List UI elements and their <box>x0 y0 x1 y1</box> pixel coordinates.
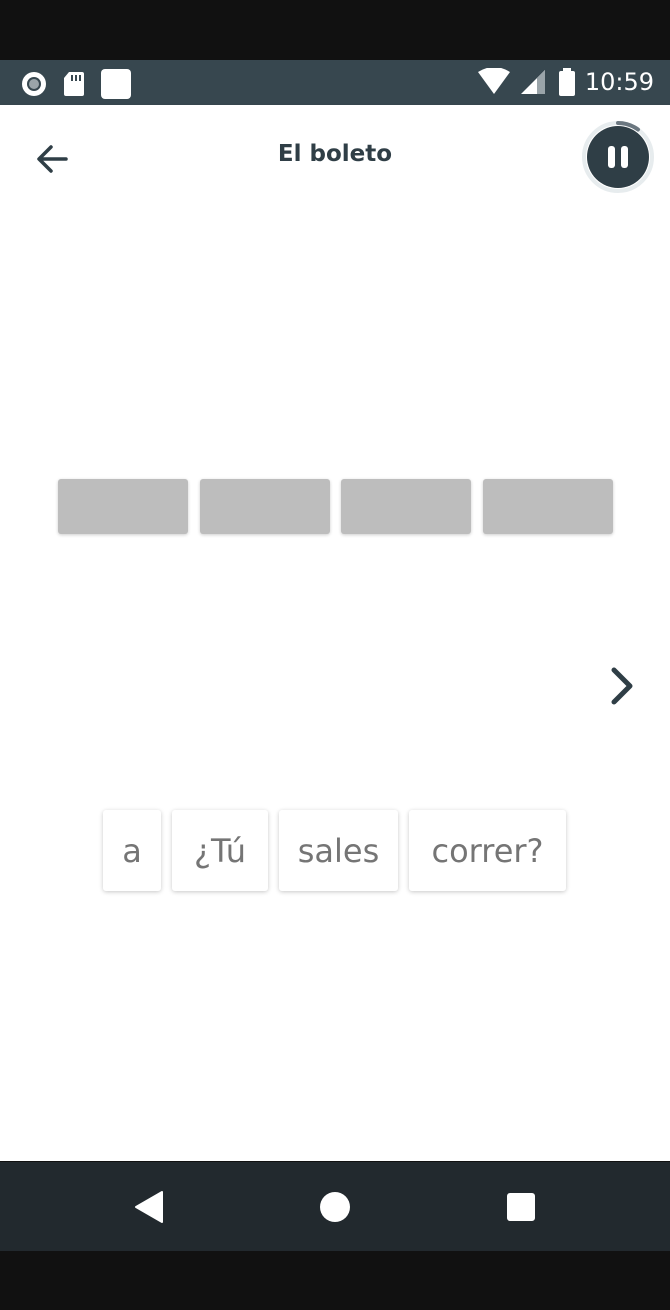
word-choice-correr[interactable]: correr? <box>409 810 566 891</box>
app-bar: El boleto <box>0 105 670 209</box>
notification-square-icon <box>101 69 131 99</box>
status-right-icons: 10:59 <box>477 66 654 98</box>
answer-slot[interactable] <box>482 479 613 534</box>
wifi-icon <box>477 68 510 94</box>
back-triangle-icon <box>135 1191 163 1223</box>
page-title: El boleto <box>277 141 393 167</box>
chevron-right-icon <box>611 667 633 705</box>
battery-icon <box>558 68 575 96</box>
sd-card-icon <box>64 72 84 96</box>
pause-button[interactable] <box>582 120 656 194</box>
next-button[interactable] <box>604 664 644 708</box>
nav-back-button[interactable] <box>130 1187 170 1227</box>
record-icon <box>22 72 46 96</box>
nav-recents-button[interactable] <box>501 1187 541 1227</box>
status-time: 10:59 <box>584 68 654 96</box>
status-bar: 10:59 <box>0 60 670 105</box>
answer-slot[interactable] <box>199 479 330 534</box>
exercise-area: a ¿Tú sales correr? <box>0 209 670 1161</box>
answer-slot[interactable] <box>341 479 471 534</box>
status-left-icons <box>20 68 132 100</box>
answer-slot[interactable] <box>58 479 188 534</box>
nav-home-button[interactable] <box>315 1187 355 1227</box>
word-choice-tu[interactable]: ¿Tú <box>172 810 268 891</box>
system-nav-bar <box>0 1162 670 1251</box>
word-choice-a[interactable]: a <box>103 810 161 891</box>
pause-timer-ring <box>582 121 654 193</box>
home-circle-icon <box>320 1192 350 1222</box>
word-choice-sales[interactable]: sales <box>279 810 398 891</box>
cell-signal-icon <box>520 70 545 94</box>
recents-square-icon <box>507 1193 535 1221</box>
